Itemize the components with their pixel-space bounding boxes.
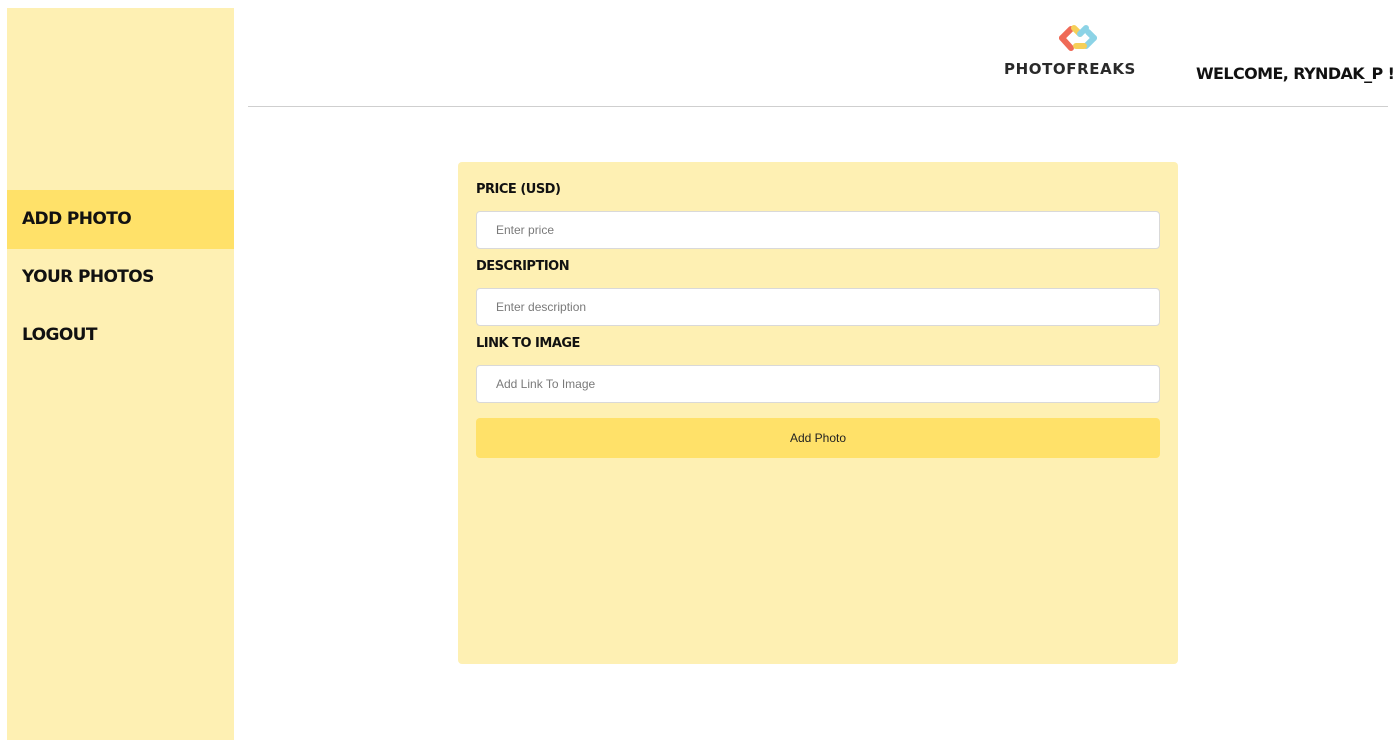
price-label: PRICE (USD) (476, 182, 561, 197)
description-input[interactable] (476, 288, 1160, 326)
add-photo-button[interactable]: Add Photo (476, 418, 1160, 458)
sidebar-item-logout[interactable]: LOGOUT (7, 306, 234, 365)
add-photo-form: PRICE (USD) DESCRIPTION LINK TO IMAGE Ad… (458, 162, 1178, 664)
brand-name: PHOTOFREAKS (1004, 60, 1136, 78)
sidebar-item-add-photo[interactable]: ADD PHOTO (7, 190, 234, 249)
header-divider (248, 106, 1388, 107)
description-label: DESCRIPTION (476, 259, 570, 274)
price-input[interactable] (476, 211, 1160, 249)
welcome-message: WELCOME, RYNDAK_P ! (1196, 64, 1394, 83)
link-label: LINK TO IMAGE (476, 336, 580, 351)
sidebar-item-your-photos[interactable]: YOUR PHOTOS (7, 248, 234, 307)
brand-logo[interactable]: PHOTOFREAKS (1000, 24, 1160, 80)
sidebar: ADD PHOTO YOUR PHOTOS LOGOUT (7, 8, 234, 740)
link-input[interactable] (476, 365, 1160, 403)
photofreaks-logo-icon (1059, 25, 1097, 51)
